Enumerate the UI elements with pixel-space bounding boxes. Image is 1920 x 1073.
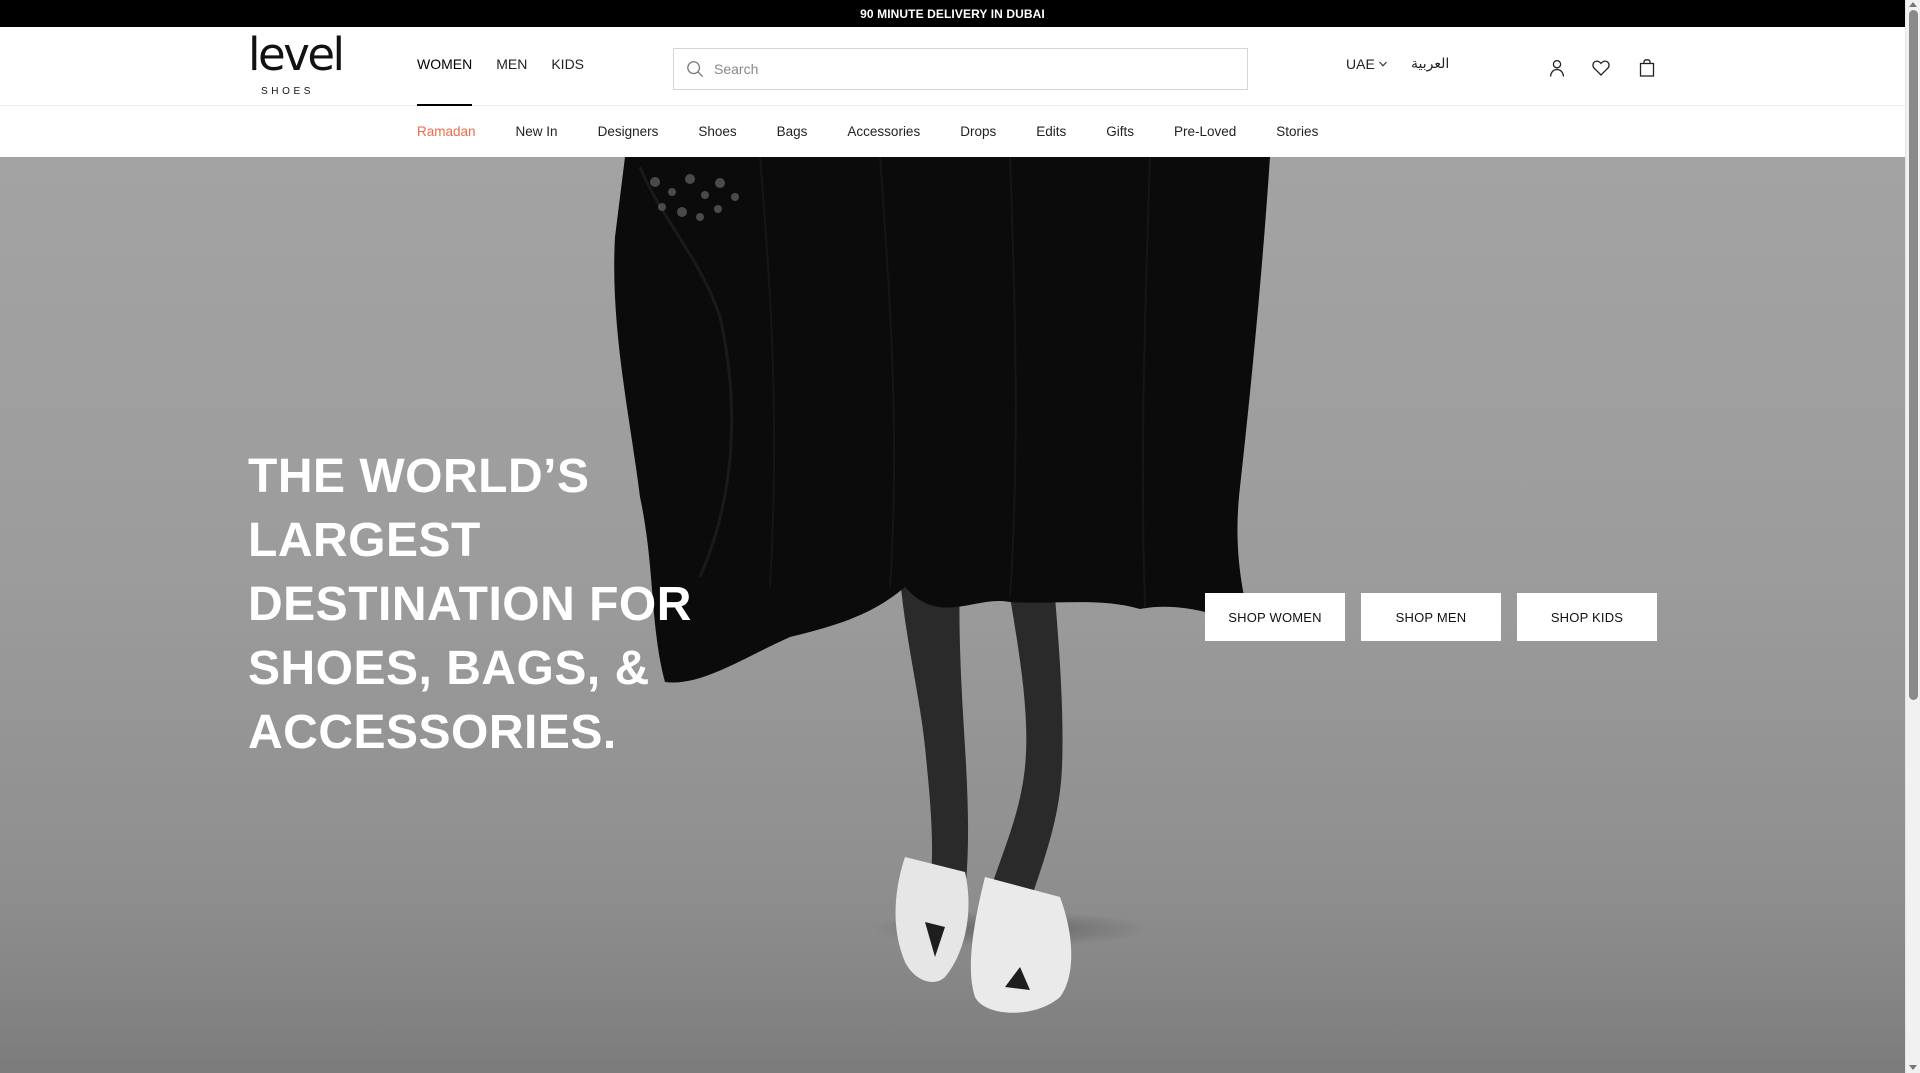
headline-line: DESTINATION FOR (248, 578, 692, 631)
page-scrollbar[interactable] (1905, 0, 1920, 1073)
category-designers[interactable]: Designers (598, 124, 659, 139)
search-box[interactable] (673, 48, 1248, 90)
category-new-in[interactable]: New In (516, 124, 558, 139)
chevron-down-icon (1378, 61, 1387, 67)
category-pre-loved[interactable]: Pre-Loved (1174, 124, 1236, 139)
page: 90 MINUTE DELIVERY IN DUBAI level SHOES … (0, 0, 1905, 1073)
logo-subtitle: SHOES (261, 86, 315, 97)
category-nav: Ramadan New In Designers Shoes Bags Acce… (0, 106, 1905, 157)
scroll-down-arrow-icon[interactable] (1909, 1065, 1917, 1070)
category-drops[interactable]: Drops (960, 124, 996, 139)
shop-men-button[interactable]: SHOP MEN (1361, 593, 1501, 641)
language-switch[interactable]: العربية (1411, 27, 1449, 106)
tab-women[interactable]: WOMEN (417, 27, 473, 106)
scrollbar-thumb[interactable] (1909, 10, 1918, 700)
region-selector[interactable]: UAE (1346, 27, 1388, 106)
hero-banner: THE WORLD’S LARGEST DESTINATION FOR SHOE… (0, 157, 1905, 1073)
logo-wordmark: level (248, 28, 345, 81)
search-icon (687, 61, 704, 78)
category-gifts[interactable]: Gifts (1106, 124, 1134, 139)
category-stories[interactable]: Stories (1276, 124, 1318, 139)
headline-line: SHOES, BAGS, & (248, 642, 650, 695)
category-bags[interactable]: Bags (777, 124, 808, 139)
site-header: level SHOES WOMEN MEN KIDS UAE العربية (0, 27, 1905, 106)
promo-text: 90 MINUTE DELIVERY IN DUBAI (860, 6, 1045, 21)
promo-bar[interactable]: 90 MINUTE DELIVERY IN DUBAI (0, 0, 1905, 27)
tab-kids[interactable]: KIDS (551, 27, 584, 106)
tab-men[interactable]: MEN (496, 27, 527, 106)
shop-women-button[interactable]: SHOP WOMEN (1205, 593, 1345, 641)
shopping-bag-icon[interactable] (1636, 57, 1658, 79)
category-ramadan[interactable]: Ramadan (417, 124, 476, 139)
hero-cta-group: SHOP WOMEN SHOP MEN SHOP KIDS (1205, 593, 1657, 641)
category-accessories[interactable]: Accessories (847, 124, 920, 139)
category-edits[interactable]: Edits (1036, 124, 1066, 139)
headline-line: LARGEST (248, 514, 481, 567)
search-input[interactable] (714, 61, 1214, 77)
gender-nav: WOMEN MEN KIDS (417, 27, 584, 106)
headline-line: THE WORLD’S (248, 450, 590, 503)
wishlist-heart-icon[interactable] (1590, 57, 1612, 79)
shop-kids-button[interactable]: SHOP KIDS (1517, 593, 1657, 641)
level-shoes-logo[interactable]: level SHOES (248, 32, 345, 98)
account-icon[interactable] (1546, 57, 1568, 79)
region-label: UAE (1346, 55, 1375, 72)
headline-line: ACCESSORIES. (248, 706, 617, 759)
category-shoes[interactable]: Shoes (698, 124, 736, 139)
scroll-up-arrow-icon[interactable] (1909, 2, 1917, 7)
hero-headline: THE WORLD’S LARGEST DESTINATION FOR SHOE… (248, 445, 728, 765)
